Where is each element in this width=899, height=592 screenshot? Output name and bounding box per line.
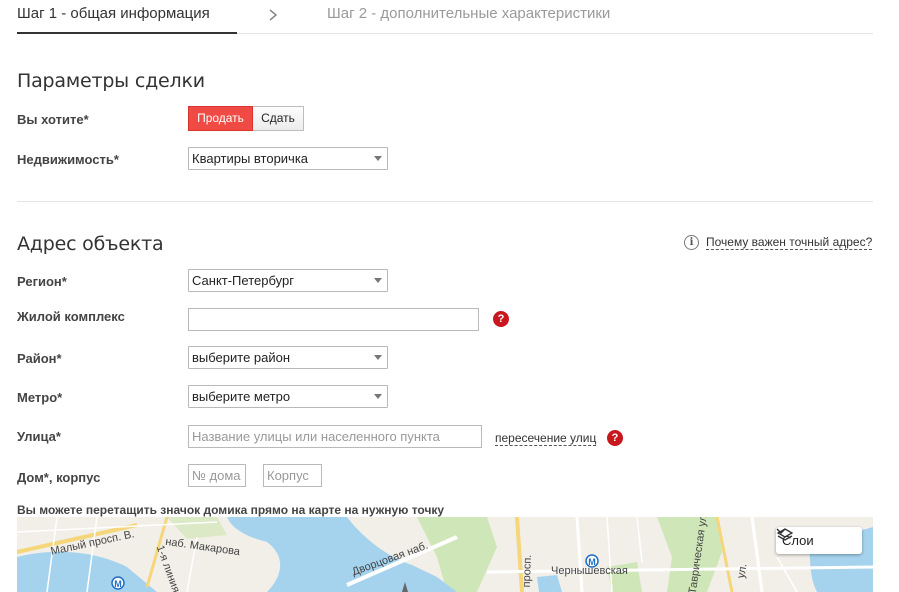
map[interactable]: M M Малый просп. В. наб. Макарова 1-я ли…	[17, 517, 873, 592]
metro-icon: M	[111, 576, 125, 590]
active-step-underline	[17, 32, 237, 34]
intersection-link[interactable]: пересечение улиц	[495, 431, 597, 446]
chevron-down-icon	[776, 528, 786, 535]
building-input[interactable]: Корпус	[263, 464, 322, 487]
map-road	[750, 517, 764, 592]
metro-label: Метро*	[17, 390, 63, 405]
map-park	[167, 517, 227, 539]
why-address-link-text[interactable]: Почему важен точный адрес?	[706, 235, 873, 250]
map-label-prosp: просп.	[520, 554, 534, 588]
dropdown-arrow-icon	[374, 278, 382, 283]
map-label-chernyshevskaya: Чернышевская	[551, 565, 628, 577]
metro-select[interactable]: выберите метро	[188, 385, 388, 408]
complex-label: Жилой комплекс	[17, 309, 125, 324]
map-hint: Вы можете перетащить значок домика прямо…	[17, 503, 445, 517]
map-road	[575, 517, 584, 592]
district-select-value: выберите район	[192, 350, 291, 365]
svg-text:M: M	[114, 579, 122, 589]
region-select[interactable]: Санкт-Петербург	[188, 269, 388, 292]
metro-select-value: выберите метро	[192, 389, 291, 404]
street-input[interactable]: Название улицы или населенного пункта	[188, 425, 482, 448]
dropdown-arrow-icon	[374, 156, 382, 161]
chevron-right-icon	[269, 9, 278, 21]
property-label: Недвижимость*	[17, 152, 119, 167]
region-select-value: Санкт-Петербург	[192, 273, 294, 288]
deal-section-title: Параметры сделки	[17, 70, 205, 92]
map-layers-button[interactable]: Слои	[776, 527, 862, 554]
street-label: Улица*	[17, 429, 61, 444]
map-river	[537, 575, 562, 592]
help-icon[interactable]: ?	[607, 430, 623, 446]
map-label-ul: ул.	[735, 562, 750, 580]
house-number-input[interactable]: № дома	[188, 464, 246, 487]
district-label: Район*	[17, 351, 62, 366]
sell-button[interactable]: Продать	[188, 106, 253, 131]
address-section-title: Адрес объекта	[17, 233, 164, 255]
section-divider	[17, 201, 873, 202]
rent-button[interactable]: Сдать	[253, 106, 304, 131]
steps-header: Шаг 1 - общая информация Шаг 2 - дополни…	[17, 0, 873, 34]
district-select[interactable]: выберите район	[188, 346, 388, 369]
region-label: Регион*	[17, 274, 67, 289]
why-address-link[interactable]: i Почему важен точный адрес?	[684, 235, 873, 250]
dropdown-arrow-icon	[374, 355, 382, 360]
dropdown-arrow-icon	[374, 394, 382, 399]
house-label: Дом*, корпус	[17, 470, 101, 485]
help-icon[interactable]: ?	[493, 311, 509, 327]
complex-input[interactable]	[188, 308, 479, 331]
map-canvas[interactable]: M M	[17, 517, 873, 592]
want-label: Вы хотите*	[17, 112, 89, 127]
map-river	[227, 517, 457, 592]
step-2-tab[interactable]: Шаг 2 - дополнительные характеристики	[327, 5, 610, 22]
step-1-tab[interactable]: Шаг 1 - общая информация	[17, 5, 210, 22]
info-icon: i	[684, 235, 699, 250]
property-select-value: Квартиры вторичка	[192, 151, 309, 166]
property-select[interactable]: Квартиры вторичка	[188, 147, 388, 170]
map-river	[17, 551, 157, 592]
deal-type-toggle: Продать Сдать	[188, 106, 304, 131]
